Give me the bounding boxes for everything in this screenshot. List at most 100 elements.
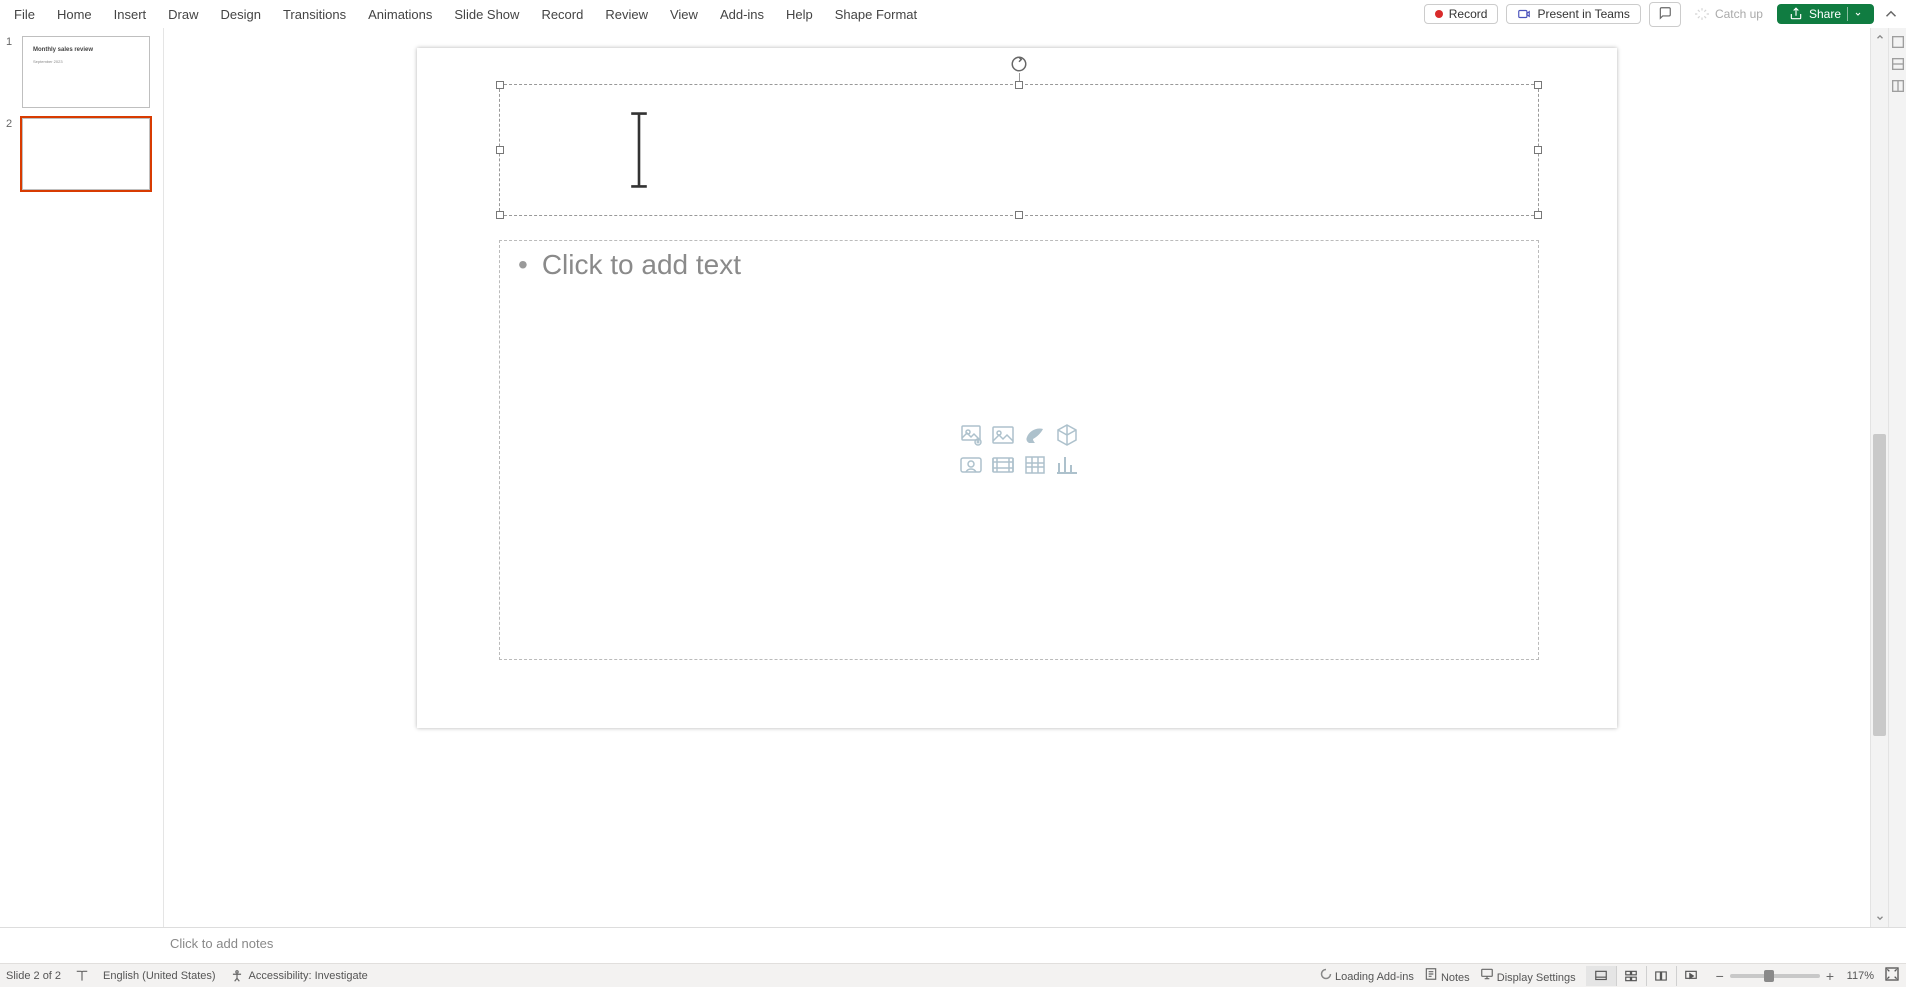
content-placeholder[interactable]: Click to add text — [499, 240, 1539, 660]
slide-thumbnail-panel[interactable]: 1 Monthly sales review September 2023 2 — [0, 28, 164, 927]
comments-button[interactable] — [1649, 2, 1681, 27]
tab-slide-show[interactable]: Slide Show — [444, 3, 529, 26]
resize-handle-nw[interactable] — [496, 81, 504, 89]
video-icon — [990, 453, 1016, 477]
insert-video-button[interactable] — [988, 451, 1018, 479]
tab-transitions[interactable]: Transitions — [273, 3, 356, 26]
insert-table-button[interactable] — [1020, 451, 1050, 479]
record-dot-icon — [1435, 10, 1443, 18]
present-in-teams-label: Present in Teams — [1537, 7, 1630, 21]
slide-thumbnail-2[interactable] — [22, 118, 150, 190]
insert-3d-model-button[interactable] — [1052, 421, 1082, 449]
resize-handle-w[interactable] — [496, 146, 504, 154]
tab-home[interactable]: Home — [47, 3, 102, 26]
collapse-ribbon-button[interactable] — [1882, 5, 1900, 23]
loading-addins-status: Loading Add-ins — [1320, 968, 1414, 983]
slide-sorter-view-button[interactable] — [1616, 966, 1646, 986]
pane-toggle-1[interactable] — [1890, 34, 1906, 50]
thumbnail-number: 2 — [6, 118, 16, 190]
record-label: Record — [1449, 7, 1488, 21]
tab-file[interactable]: File — [4, 3, 45, 26]
slideshow-view-button[interactable] — [1676, 966, 1706, 986]
zoom-in-button[interactable]: + — [1826, 968, 1834, 984]
reading-view-button[interactable] — [1646, 966, 1676, 986]
chevron-down-icon — [1875, 913, 1885, 923]
zoom-slider[interactable] — [1730, 974, 1820, 978]
resize-handle-e[interactable] — [1534, 146, 1542, 154]
chevron-down-icon — [1854, 10, 1862, 18]
loading-addins-label: Loading Add-ins — [1335, 971, 1414, 983]
resize-handle-n[interactable] — [1015, 81, 1023, 89]
zoom-controls: − + 117% — [1716, 968, 1874, 984]
resize-handle-sw[interactable] — [496, 211, 504, 219]
slide-thumbnail-1[interactable]: Monthly sales review September 2023 — [22, 36, 150, 108]
share-icon — [1789, 7, 1803, 21]
topbar-right: Record Present in Teams Catch up Share — [1424, 2, 1900, 27]
zoom-out-button[interactable]: − — [1716, 968, 1724, 984]
thumbnail-number: 1 — [6, 36, 16, 108]
tab-help[interactable]: Help — [776, 3, 823, 26]
ribbon-tabs-bar: File Home Insert Draw Design Transitions… — [0, 0, 1906, 28]
tab-review[interactable]: Review — [595, 3, 658, 26]
view-mode-buttons — [1586, 966, 1706, 986]
tab-design[interactable]: Design — [211, 3, 271, 26]
resize-handle-se[interactable] — [1534, 211, 1542, 219]
insert-cameo-button[interactable] — [956, 451, 986, 479]
share-button[interactable]: Share — [1777, 4, 1874, 24]
display-settings-button[interactable]: Display Settings — [1480, 967, 1576, 984]
tab-draw[interactable]: Draw — [158, 3, 208, 26]
title-placeholder[interactable] — [499, 84, 1539, 216]
scroll-thumb[interactable] — [1873, 434, 1886, 736]
share-caret[interactable] — [1847, 7, 1862, 21]
insert-stock-image-button[interactable] — [956, 421, 986, 449]
rotate-handle-icon[interactable] — [1010, 55, 1028, 73]
three-d-model-icon — [1054, 423, 1080, 447]
scroll-down-button[interactable] — [1871, 909, 1888, 927]
present-in-teams-button[interactable]: Present in Teams — [1506, 4, 1641, 24]
accessibility-icon — [230, 969, 244, 983]
reading-view-icon — [1653, 969, 1669, 983]
tab-insert[interactable]: Insert — [104, 3, 157, 26]
record-button[interactable]: Record — [1424, 4, 1499, 24]
pane-toggle-2[interactable] — [1890, 56, 1906, 72]
insert-icon-button[interactable] — [1020, 421, 1050, 449]
status-right: Loading Add-ins Notes Display Settings — [1320, 966, 1900, 986]
tab-add-ins[interactable]: Add-ins — [710, 3, 774, 26]
insert-picture-button[interactable] — [988, 421, 1018, 449]
tab-animations[interactable]: Animations — [358, 3, 442, 26]
content-placeholder-prompt: Click to add text — [518, 249, 741, 281]
accessibility-button[interactable]: Accessibility: Investigate — [230, 969, 368, 983]
fit-to-window-button[interactable] — [1884, 966, 1900, 985]
normal-view-button[interactable] — [1586, 966, 1616, 986]
vertical-scrollbar[interactable] — [1870, 28, 1888, 927]
monitor-icon — [1480, 967, 1494, 981]
slide-editor: Click to add text — [164, 28, 1870, 927]
editor-viewport[interactable]: Click to add text — [164, 28, 1870, 927]
chart-icon — [1054, 453, 1080, 477]
tab-view[interactable]: View — [660, 3, 708, 26]
notes-toggle-button[interactable]: Notes — [1424, 967, 1470, 984]
zoom-percentage[interactable]: 117% — [1840, 970, 1874, 982]
language-button[interactable]: English (United States) — [103, 970, 216, 982]
tab-record[interactable]: Record — [531, 3, 593, 26]
thumb-subtitle: September 2023 — [33, 59, 63, 64]
spell-check-button[interactable] — [75, 969, 89, 983]
notes-pane[interactable]: Click to add notes — [0, 927, 1906, 963]
thumb-title: Monthly sales review — [33, 47, 93, 53]
book-icon — [75, 969, 89, 983]
resize-handle-s[interactable] — [1015, 211, 1023, 219]
scroll-track[interactable] — [1871, 46, 1888, 909]
status-left: Slide 2 of 2 English (United States) Acc… — [6, 969, 368, 983]
insert-chart-button[interactable] — [1052, 451, 1082, 479]
notes-placeholder: Click to add notes — [170, 936, 273, 951]
resize-handle-ne[interactable] — [1534, 81, 1542, 89]
tab-shape-format[interactable]: Shape Format — [825, 3, 927, 26]
normal-view-icon — [1593, 969, 1609, 983]
zoom-slider-thumb[interactable] — [1764, 970, 1774, 982]
scroll-up-button[interactable] — [1871, 28, 1888, 46]
slide-canvas[interactable]: Click to add text — [417, 48, 1617, 728]
catch-up-button[interactable]: Catch up — [1689, 7, 1769, 21]
table-icon — [1022, 453, 1048, 477]
pane-toggle-3[interactable] — [1890, 78, 1906, 94]
slide-counter: Slide 2 of 2 — [6, 970, 61, 982]
